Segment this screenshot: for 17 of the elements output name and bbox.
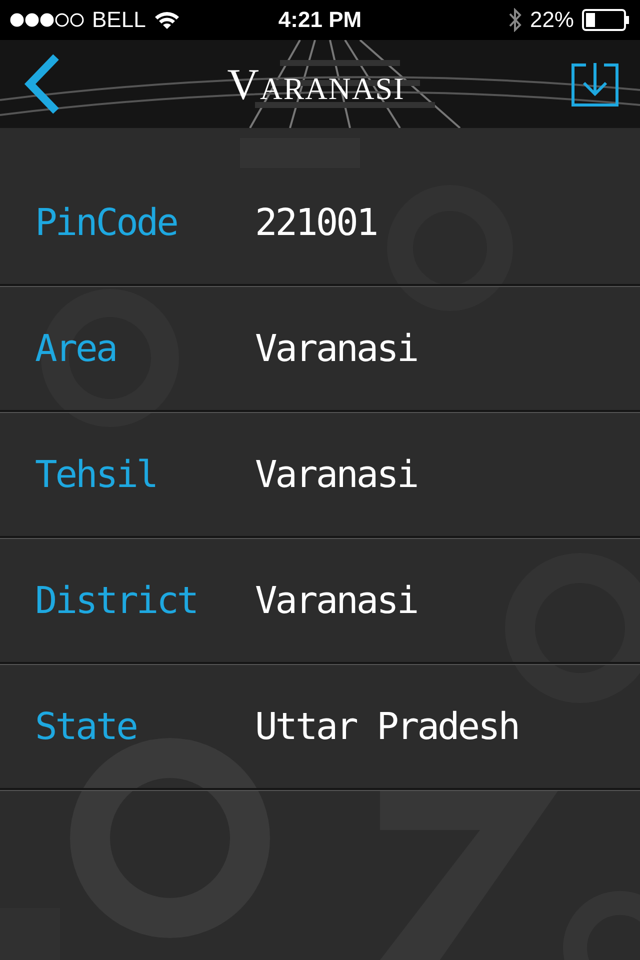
field-value: 221001 xyxy=(255,200,377,244)
battery-percentage: 22% xyxy=(530,7,574,33)
field-label: PinCode xyxy=(34,200,178,244)
battery-icon xyxy=(582,9,630,31)
field-label: Tehsil xyxy=(34,452,158,496)
signal-icon xyxy=(10,13,84,27)
clock-time: 4:21 PM xyxy=(278,7,362,33)
field-label: District xyxy=(34,578,198,622)
wifi-icon xyxy=(154,10,180,30)
field-value: Varanasi xyxy=(255,452,418,496)
field-label: Area xyxy=(34,326,118,370)
bluetooth-icon xyxy=(508,8,522,32)
field-value: Uttar Pradesh xyxy=(255,704,519,748)
field-label: State xyxy=(34,704,138,748)
field-value: Varanasi xyxy=(255,326,418,370)
carrier-name: BELL xyxy=(92,7,146,33)
field-value: Varanasi xyxy=(255,578,418,622)
